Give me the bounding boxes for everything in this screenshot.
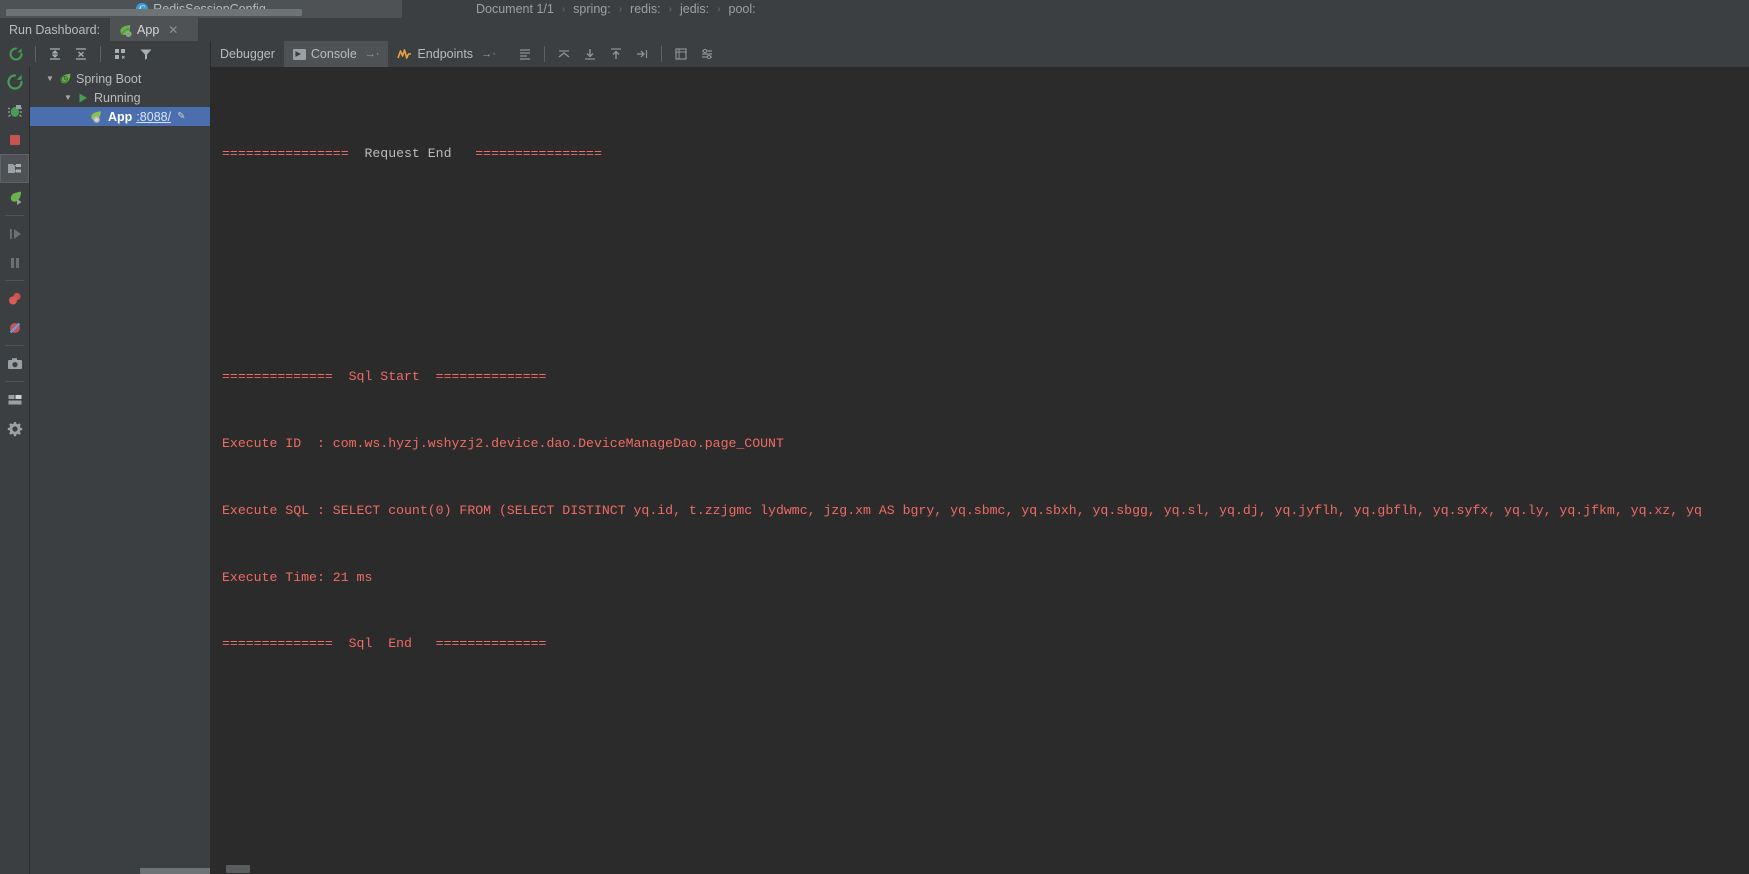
editor-horizontal-scrollbar[interactable] [6, 9, 302, 16]
console-line: Execute Time: 21 ms [222, 569, 373, 585]
mute-breakpoints-icon[interactable] [0, 313, 29, 342]
console-line: ================ Request End ===========… [222, 145, 602, 161]
print-icon[interactable] [669, 42, 693, 66]
rerun-icon[interactable] [4, 42, 28, 66]
run-dashboard-tab-app[interactable]: App ✕ [110, 18, 199, 41]
rail-divider [5, 381, 24, 382]
run-dashboard-tab-label: App [137, 22, 160, 37]
list-icon[interactable] [513, 42, 537, 66]
run-green-triangle-icon [77, 92, 89, 104]
group-by-icon[interactable] [108, 42, 132, 66]
resume-program-icon[interactable] [0, 219, 29, 248]
console-output-panel[interactable]: ================ Request End ===========… [210, 67, 1749, 874]
toolbar-divider [100, 46, 101, 62]
toolbar-row: Debugger Console →· Endpoints →· [0, 41, 1749, 67]
tree-node-spring-boot[interactable]: ▼ Spring Boot [30, 69, 210, 88]
breadcrumb-item-1[interactable]: spring: [573, 2, 611, 16]
camera-icon[interactable] [0, 349, 29, 378]
run-dashboard-label: Run Dashboard: [9, 22, 101, 37]
editor-tab-strip: C RedisSessionConfig Document 1/1 › spri… [0, 0, 1749, 18]
spring-leaf-icon [88, 110, 103, 124]
tree-node-label: Spring Boot [76, 71, 142, 86]
tab-console[interactable]: Console →· [283, 41, 389, 67]
scroll-down-icon[interactable] [578, 42, 602, 66]
run-toolbar-rail [0, 67, 29, 874]
rail-divider [5, 215, 24, 216]
ide-window: C RedisSessionConfig Document 1/1 › spri… [0, 0, 1749, 874]
app-port-link[interactable]: :8088/ [136, 110, 171, 124]
breadcrumb-item-0[interactable]: Document 1/1 [476, 2, 554, 16]
console-scrollbar-thumb[interactable] [226, 865, 250, 873]
collapse-all-icon[interactable] [69, 42, 93, 66]
run-dashboard-bar: Run Dashboard: App ✕ [0, 18, 1749, 41]
settings-gear-icon[interactable] [0, 414, 29, 443]
layout-icon[interactable] [0, 385, 29, 414]
spring-boot-icon [58, 72, 72, 86]
breadcrumb-item-2[interactable]: redis: [630, 2, 661, 16]
pin-tab-icon[interactable]: →· [365, 48, 380, 60]
chevron-down-icon[interactable]: ▼ [62, 93, 74, 102]
console-line: ============== Sql Start ============== [222, 368, 547, 384]
stop-icon[interactable] [0, 125, 29, 154]
console-toolbar: Debugger Console →· Endpoints →· [210, 41, 1749, 67]
tree-node-app[interactable]: App :8088/ ✎ [30, 107, 210, 126]
breadcrumb-separator-icon: › [668, 3, 672, 15]
rail-divider [5, 345, 24, 346]
spring-leaf-icon [118, 23, 132, 37]
scroll-end-icon[interactable] [630, 42, 654, 66]
debug-bug-icon[interactable] [0, 96, 29, 125]
breadcrumb-item-4[interactable]: pool: [729, 2, 756, 16]
console-line: Execute ID : com.ws.hyzj.wshyzj2.device.… [222, 435, 784, 451]
show-services-tree-icon[interactable] [0, 154, 29, 183]
endpoints-icon [397, 48, 412, 61]
run-dashboard-tree: ▼ Spring Boot ▼ Running App:8088/ ✎ [29, 67, 210, 874]
tab-console-label: Console [310, 47, 357, 61]
tab-debugger[interactable]: Debugger [211, 41, 284, 67]
edit-pencil-icon[interactable]: ✎ [177, 111, 185, 122]
console-horizontal-scrollbar[interactable] [210, 863, 1749, 874]
pin-tab-icon[interactable]: →· [481, 48, 496, 60]
expand-all-icon[interactable] [43, 42, 67, 66]
scroll-up-icon[interactable] [552, 42, 576, 66]
breadcrumb-separator-icon: › [618, 3, 623, 15]
tree-node-running[interactable]: ▼ Running [30, 88, 210, 107]
breadcrumb-separator-icon: › [717, 3, 721, 15]
breadcrumb-separator-icon: › [561, 3, 566, 15]
rail-divider [5, 280, 24, 281]
tree-node-label: Running [94, 90, 141, 105]
chevron-down-icon[interactable]: ▼ [44, 74, 56, 83]
breadcrumb-item-3[interactable]: jedis: [680, 2, 709, 16]
toolbar-divider [660, 46, 662, 62]
tab-debugger-label: Debugger [220, 47, 275, 61]
breadcrumb: Document 1/1 › spring: › redis: › jedis:… [402, 0, 756, 18]
scroll-top-icon[interactable] [604, 42, 628, 66]
console-icon [292, 48, 306, 60]
view-breakpoints-icon[interactable] [0, 284, 29, 313]
toolbar-divider [35, 46, 36, 62]
filter-icon[interactable] [134, 42, 158, 66]
spring-run-icon[interactable] [0, 183, 29, 212]
tree-toolbar [0, 41, 158, 67]
console-text: ================ Request End ===========… [210, 67, 1749, 874]
settings-lines-icon[interactable] [695, 42, 719, 66]
tree-node-label: App [108, 109, 133, 124]
rerun-run-icon[interactable] [0, 67, 29, 96]
tab-endpoints[interactable]: Endpoints →· [388, 41, 504, 67]
console-action-icons [513, 42, 719, 66]
close-icon[interactable]: ✕ [168, 24, 178, 36]
tab-endpoints-label: Endpoints [417, 47, 474, 61]
pause-program-icon[interactable] [0, 248, 29, 277]
console-line: ============== Sql End ============== [222, 636, 547, 652]
tree-horizontal-scrollbar[interactable] [140, 868, 210, 874]
console-line: Execute SQL : SELECT count(0) FROM (SELE… [222, 502, 1702, 518]
toolbar-divider [543, 46, 545, 62]
